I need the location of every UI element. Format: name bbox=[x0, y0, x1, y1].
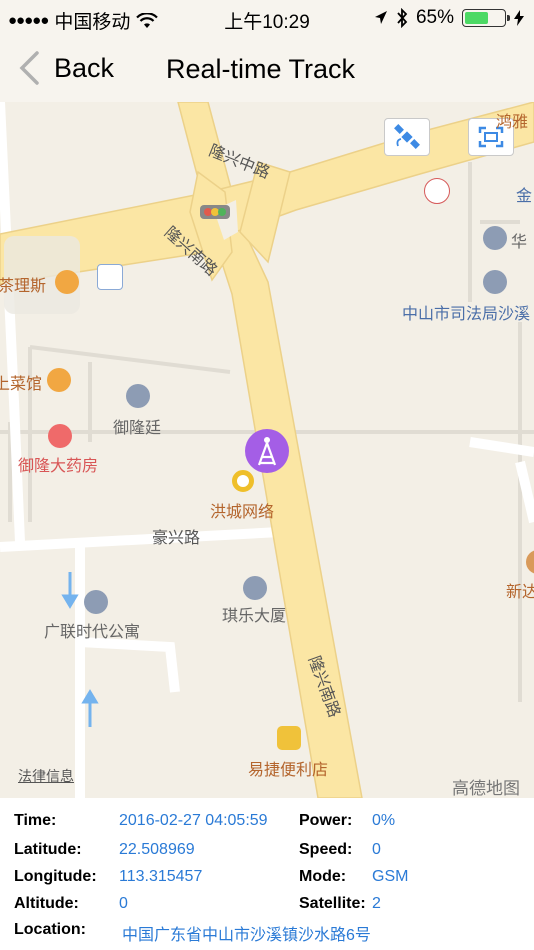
bank-icon bbox=[424, 178, 450, 204]
satellite-label: Satellite: bbox=[299, 895, 366, 912]
back-label: Back bbox=[54, 52, 115, 83]
status-bar: ●●●●● 中国移动 上午10:29 65% bbox=[0, 0, 534, 36]
info-row: Altitude: 0 Satellite: 2 bbox=[0, 895, 534, 921]
poi-label: 易捷便利店 bbox=[248, 762, 329, 779]
bluetooth-icon bbox=[397, 8, 408, 28]
pharmacy-icon bbox=[48, 424, 72, 448]
info-row: Latitude: 22.508969 Speed: 0 bbox=[0, 841, 534, 867]
satellite-view-button[interactable] bbox=[384, 118, 430, 156]
bus-stop-icon bbox=[97, 264, 123, 290]
store-icon bbox=[277, 726, 301, 750]
poi-label: 御隆大药房 bbox=[18, 458, 99, 475]
altitude-label: Altitude: bbox=[14, 895, 79, 912]
latitude-label: Latitude: bbox=[14, 841, 82, 858]
poi-label: 鸿雅 bbox=[496, 114, 529, 131]
battery-fill bbox=[465, 12, 489, 24]
device-marker-icon[interactable] bbox=[244, 428, 290, 474]
restaurant-icon bbox=[47, 368, 71, 392]
navigation-bar: Back Real-time Track bbox=[0, 36, 534, 103]
location-value: 中国广东省中山市沙溪镇沙水路6号 bbox=[122, 927, 371, 944]
power-value: 0% bbox=[372, 812, 396, 829]
longitude-value: 113.315457 bbox=[119, 868, 203, 885]
satellite-value: 2 bbox=[372, 895, 381, 912]
time-label: Time: bbox=[14, 812, 57, 829]
map-view[interactable]: 隆兴中路 隆兴南路 隆兴南路 豪兴路 茶理斯 上菜馆 御隆廷 御隆大药房 洪城网… bbox=[0, 102, 534, 798]
power-label: Power: bbox=[299, 812, 353, 829]
poi-label: 广联时代公寓 bbox=[44, 624, 141, 641]
restaurant-icon bbox=[55, 270, 79, 294]
info-row: Location: 中国广东省中山市沙溪镇沙水路6号 bbox=[0, 921, 534, 947]
status-right: 65% bbox=[374, 7, 524, 29]
location-arrow-icon bbox=[374, 11, 387, 24]
longitude-label: Longitude: bbox=[14, 868, 97, 885]
poi-label: 上菜馆 bbox=[0, 376, 43, 393]
legal-info-link[interactable]: 法律信息 bbox=[18, 766, 74, 786]
poi-label: 茶理斯 bbox=[0, 278, 47, 295]
battery-percent: 65% bbox=[415, 7, 454, 28]
poi-label: 中山市司法局沙溪 bbox=[402, 306, 531, 323]
back-button[interactable]: Back bbox=[18, 50, 114, 86]
satellite-icon bbox=[394, 124, 420, 149]
battery-icon bbox=[462, 9, 510, 27]
poi-label: 琪乐大厦 bbox=[222, 608, 287, 625]
building-icon bbox=[243, 576, 267, 600]
location-label: Location: bbox=[14, 921, 86, 938]
poi-label: 御隆廷 bbox=[113, 420, 162, 437]
latitude-value: 22.508969 bbox=[119, 841, 195, 858]
residence-icon bbox=[126, 384, 150, 408]
residence-icon bbox=[84, 590, 108, 614]
road-label: 豪兴路 bbox=[152, 530, 201, 547]
map-provider-logo: 高德地图 bbox=[452, 779, 520, 798]
device-info-panel: Time: 2016-02-27 04:05:59 Power: 0% Lati… bbox=[0, 798, 534, 950]
traffic-light-icon bbox=[200, 205, 230, 219]
speed-label: Speed: bbox=[299, 841, 353, 858]
poi-label: 金 bbox=[516, 188, 533, 205]
mode-label: Mode: bbox=[299, 868, 347, 885]
page-title: Real-time Track bbox=[166, 54, 356, 84]
info-row: Time: 2016-02-27 04:05:59 Power: 0% bbox=[0, 812, 534, 838]
mode-value: GSM bbox=[372, 868, 409, 885]
charging-icon bbox=[514, 10, 524, 26]
chevron-left-icon bbox=[19, 51, 39, 85]
police-icon bbox=[483, 270, 507, 294]
info-row: Longitude: 113.315457 Mode: GSM bbox=[0, 868, 534, 894]
poi-label: 华 bbox=[511, 234, 528, 251]
poi-label: 洪城网络 bbox=[210, 504, 275, 521]
altitude-value: 0 bbox=[119, 895, 128, 912]
poi-label: 新达 bbox=[506, 584, 534, 601]
time-value: 2016-02-27 04:05:59 bbox=[119, 812, 268, 829]
speed-value: 0 bbox=[372, 841, 381, 858]
building-icon bbox=[483, 226, 507, 250]
